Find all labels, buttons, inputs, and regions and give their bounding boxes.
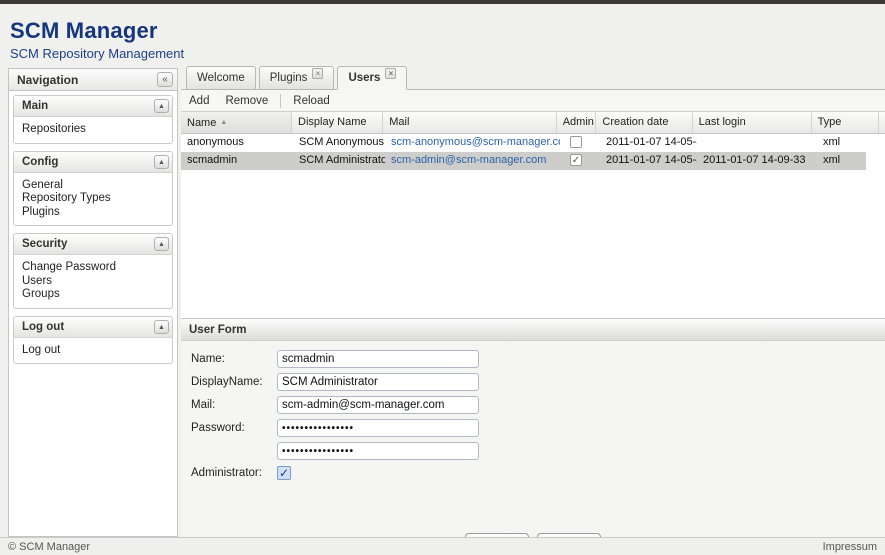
- sidebar-item-groups[interactable]: Groups: [22, 288, 164, 302]
- collapse-up-icon[interactable]: ▲: [154, 99, 169, 113]
- navigation-body: Main ▲ Repositories Config ▲ General Rep…: [9, 91, 177, 375]
- name-label: Name:: [191, 353, 277, 365]
- grid-header: Name ▲ Display Name Mail Admin Creation d…: [181, 112, 885, 134]
- nav-section-config: Config ▲ General Repository Types Plugin…: [13, 151, 173, 227]
- cell-display-name: SCM Anonymous: [293, 134, 385, 152]
- window-top-bar: [0, 0, 885, 4]
- cell-type: xml: [817, 134, 866, 152]
- mail-link[interactable]: scm-anonymous@scm-manager.com: [391, 136, 560, 148]
- tab-users[interactable]: Users ×: [337, 66, 407, 90]
- close-icon[interactable]: ×: [312, 68, 323, 79]
- tab-welcome[interactable]: Welcome: [186, 66, 256, 89]
- app-header: SCM Manager SCM Repository Management: [10, 18, 184, 61]
- main-content: Welcome Plugins × Users × Add Remove Rel…: [181, 66, 885, 537]
- admin-checkbox-checked[interactable]: ✓: [570, 154, 582, 166]
- nav-section-logout: Log out ▲ Log out: [13, 316, 173, 365]
- navigation-panel-header: Navigation «: [9, 69, 177, 91]
- app-subtitle: SCM Repository Management: [10, 46, 184, 61]
- sidebar-item-change-password[interactable]: Change Password: [22, 261, 164, 275]
- navigation-title: Navigation: [17, 73, 78, 87]
- nav-section-security-header[interactable]: Security ▲: [14, 234, 172, 255]
- administrator-label: Administrator:: [191, 467, 277, 479]
- navigation-panel: Navigation « Main ▲ Repositories Config …: [8, 68, 178, 537]
- nav-section-logout-title: Log out: [22, 321, 64, 333]
- sidebar-item-repositories[interactable]: Repositories: [22, 123, 164, 137]
- table-row-anonymous[interactable]: anonymous SCM Anonymous scm-anonymous@sc…: [181, 134, 866, 152]
- nav-section-main-header[interactable]: Main ▲: [14, 96, 172, 117]
- column-header-display-name[interactable]: Display Name: [292, 112, 383, 133]
- password-confirm-field[interactable]: [277, 442, 479, 460]
- sidebar-item-repository-types[interactable]: Repository Types: [22, 192, 164, 206]
- display-name-field[interactable]: [277, 373, 479, 391]
- mail-label: Mail:: [191, 399, 277, 411]
- table-row-scmadmin[interactable]: scmadmin SCM Administrator scm-admin@scm…: [181, 152, 866, 170]
- admin-checkbox-unchecked[interactable]: [570, 136, 582, 148]
- tab-users-label: Users: [348, 72, 380, 84]
- column-header-admin[interactable]: Admin: [557, 112, 597, 133]
- footer-copyright: © SCM Manager: [8, 541, 90, 553]
- sidebar-item-users[interactable]: Users: [22, 275, 164, 289]
- sidebar-item-general[interactable]: General: [22, 179, 164, 193]
- column-header-mail[interactable]: Mail: [383, 112, 556, 133]
- collapse-up-icon[interactable]: ▲: [154, 320, 169, 334]
- sort-asc-icon: ▲: [220, 119, 227, 126]
- column-header-last-login[interactable]: Last login: [693, 112, 812, 133]
- cell-display-name: SCM Administrator: [293, 152, 385, 170]
- column-header-name-label: Name: [187, 117, 216, 129]
- name-field[interactable]: [277, 350, 479, 368]
- nav-section-main: Main ▲ Repositories: [13, 95, 173, 144]
- column-header-name[interactable]: Name ▲: [181, 112, 292, 133]
- collapse-up-icon[interactable]: ▲: [154, 237, 169, 251]
- nav-section-security-title: Security: [22, 238, 67, 250]
- cell-creation-date: 2011-01-07 14-05-30: [600, 134, 697, 152]
- nav-section-logout-header[interactable]: Log out ▲: [14, 317, 172, 338]
- display-name-label: DisplayName:: [191, 376, 277, 388]
- footer: © SCM Manager Impressum: [0, 537, 885, 555]
- toolbar-separator: [280, 94, 281, 108]
- nav-section-main-title: Main: [22, 100, 48, 112]
- cell-name: anonymous: [181, 134, 293, 152]
- administrator-checkbox[interactable]: ✓: [277, 466, 291, 480]
- cell-last-login: [697, 134, 817, 152]
- close-icon[interactable]: ×: [385, 68, 396, 79]
- nav-section-security: Security ▲ Change Password Users Groups: [13, 233, 173, 309]
- user-form-title: User Form: [189, 324, 247, 336]
- users-toolbar: Add Remove Reload: [181, 90, 885, 112]
- tab-bar: Welcome Plugins × Users ×: [181, 66, 885, 90]
- reload-button[interactable]: Reload: [291, 93, 331, 109]
- collapse-up-icon[interactable]: ▲: [154, 155, 169, 169]
- impressum-link[interactable]: Impressum: [823, 541, 877, 553]
- cell-type: xml: [817, 152, 866, 170]
- cell-creation-date: 2011-01-07 14-05-30: [600, 152, 697, 170]
- sidebar-item-plugins[interactable]: Plugins: [22, 206, 164, 220]
- nav-section-config-header[interactable]: Config ▲: [14, 152, 172, 173]
- sidebar-item-logout[interactable]: Log out: [22, 344, 164, 358]
- tab-welcome-label: Welcome: [197, 72, 245, 84]
- nav-section-config-title: Config: [22, 156, 58, 168]
- password-field[interactable]: [277, 419, 479, 437]
- add-button[interactable]: Add: [187, 93, 211, 109]
- tab-plugins-label: Plugins: [270, 72, 308, 84]
- user-form-panel: User Form Name: DisplayName: Mail: Passw…: [181, 318, 885, 537]
- users-grid: Name ▲ Display Name Mail Admin Creation d…: [181, 112, 885, 318]
- app-title: SCM Manager: [10, 18, 184, 44]
- column-header-filler: [879, 112, 885, 133]
- cell-last-login: 2011-01-07 14-09-33: [697, 152, 817, 170]
- column-header-type[interactable]: Type: [812, 112, 879, 133]
- column-header-creation-date[interactable]: Creation date: [596, 112, 692, 133]
- password-label: Password:: [191, 422, 277, 434]
- mail-field[interactable]: [277, 396, 479, 414]
- cell-name: scmadmin: [181, 152, 293, 170]
- user-form-header: User Form: [181, 319, 885, 341]
- user-form-body: Name: DisplayName: Mail: Password: Admi: [181, 341, 885, 537]
- remove-button[interactable]: Remove: [223, 93, 270, 109]
- tab-plugins[interactable]: Plugins ×: [259, 66, 335, 89]
- mail-link[interactable]: scm-admin@scm-manager.com: [391, 154, 546, 166]
- sidebar-collapse-icon[interactable]: «: [157, 72, 173, 87]
